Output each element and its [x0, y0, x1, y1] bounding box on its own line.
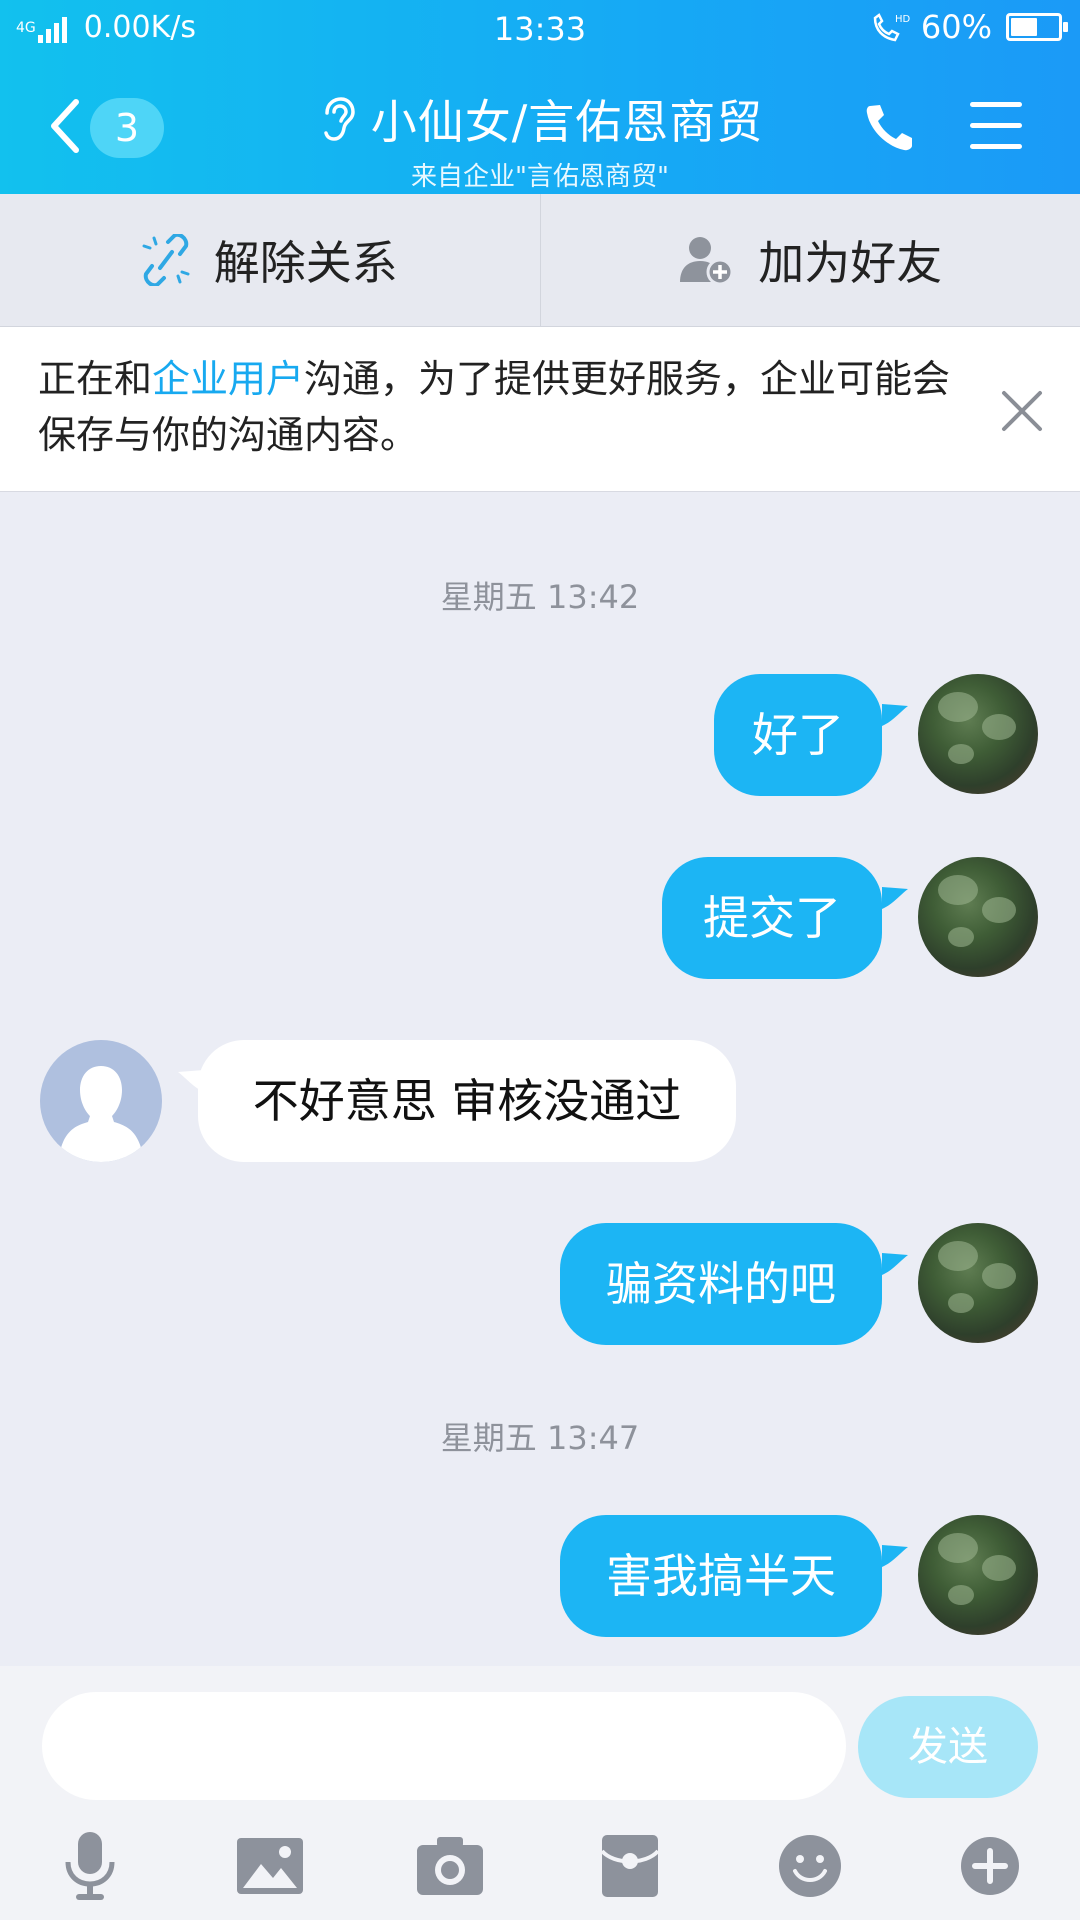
add-user-icon [678, 234, 734, 286]
message-bubble[interactable]: 骗资料的吧 [560, 1223, 882, 1345]
notice-enterprise-link[interactable]: 企业用户 [152, 357, 304, 401]
add-friend-button[interactable]: 加为好友 [539, 194, 1080, 326]
bubble-tail [882, 704, 908, 726]
default-avatar-icon [58, 1066, 144, 1162]
battery-percent: 60% [920, 8, 992, 46]
notice-prefix: 正在和 [38, 357, 153, 401]
chat-header: 4G 0.00K/s 13:33 HD 60% 3 小仙女/言佑恩商贸 来自企业… [0, 0, 1080, 194]
composer-bar: 发送 [0, 1666, 1080, 1920]
relation-action-bar: 解除关系 加为好友 [0, 194, 1080, 327]
avatar[interactable] [40, 1040, 162, 1162]
red-packet-icon[interactable] [590, 1826, 670, 1906]
message-bubble[interactable]: 提交了 [662, 857, 882, 979]
chat-subtitle: 来自企业"言佑恩商贸" [411, 162, 669, 192]
bubble-tail [882, 1545, 908, 1567]
message-bubble[interactable]: 好了 [714, 674, 882, 796]
avatar[interactable] [918, 1223, 1038, 1343]
microphone-icon[interactable] [50, 1826, 130, 1906]
unlink-button[interactable]: 解除关系 [0, 194, 540, 326]
close-icon[interactable] [998, 387, 1046, 435]
bubble-tail [882, 887, 908, 909]
message-row-outgoing: 骗资料的吧 [0, 1223, 1080, 1345]
bubble-tail [882, 1253, 908, 1275]
message-row-outgoing: 好了 [0, 674, 1080, 796]
chat-title: 小仙女/言佑恩商贸 [370, 95, 764, 149]
status-right: HD 60% [869, 8, 1068, 46]
avatar[interactable] [918, 1515, 1038, 1635]
broken-link-icon [142, 234, 190, 286]
battery-fill [1011, 18, 1037, 36]
notice-text: 正在和企业用户沟通，为了提供更好服务，企业可能会保存与你的沟通内容。 [38, 351, 978, 463]
image-icon[interactable] [230, 1826, 310, 1906]
message-input[interactable] [42, 1692, 846, 1800]
message-bubble[interactable]: 害我搞半天 [560, 1515, 882, 1637]
timestamp: 星期五 13:42 [440, 578, 640, 616]
message-bubble[interactable]: 不好意思 审核没通过 [198, 1040, 736, 1162]
message-row-incoming: 不好意思 审核没通过 [0, 1040, 1080, 1162]
menu-icon[interactable] [970, 102, 1022, 150]
composer-toolbar [0, 1826, 1080, 1916]
avatar[interactable] [918, 857, 1038, 977]
plus-icon[interactable] [950, 1826, 1030, 1906]
message-row-outgoing: 害我搞半天 [0, 1515, 1080, 1637]
ear-icon [324, 97, 355, 141]
chat-title-area[interactable]: 小仙女/言佑恩商贸 来自企业"言佑恩商贸" [0, 86, 1080, 193]
add-friend-label: 加为好友 [758, 236, 943, 290]
camera-icon[interactable] [410, 1826, 490, 1906]
send-button[interactable]: 发送 [858, 1696, 1038, 1798]
avatar[interactable] [918, 674, 1038, 794]
svg-text:HD: HD [895, 14, 911, 25]
message-row-outgoing: 提交了 [0, 857, 1080, 979]
hd-call-icon: HD [873, 13, 911, 42]
battery-icon [1006, 13, 1068, 41]
unlink-label: 解除关系 [213, 236, 398, 290]
enterprise-notice: 正在和企业用户沟通，为了提供更好服务，企业可能会保存与你的沟通内容。 [0, 327, 1080, 492]
phone-icon[interactable] [862, 100, 918, 156]
timestamp: 星期五 13:47 [440, 1419, 640, 1457]
emoji-icon[interactable] [770, 1826, 850, 1906]
